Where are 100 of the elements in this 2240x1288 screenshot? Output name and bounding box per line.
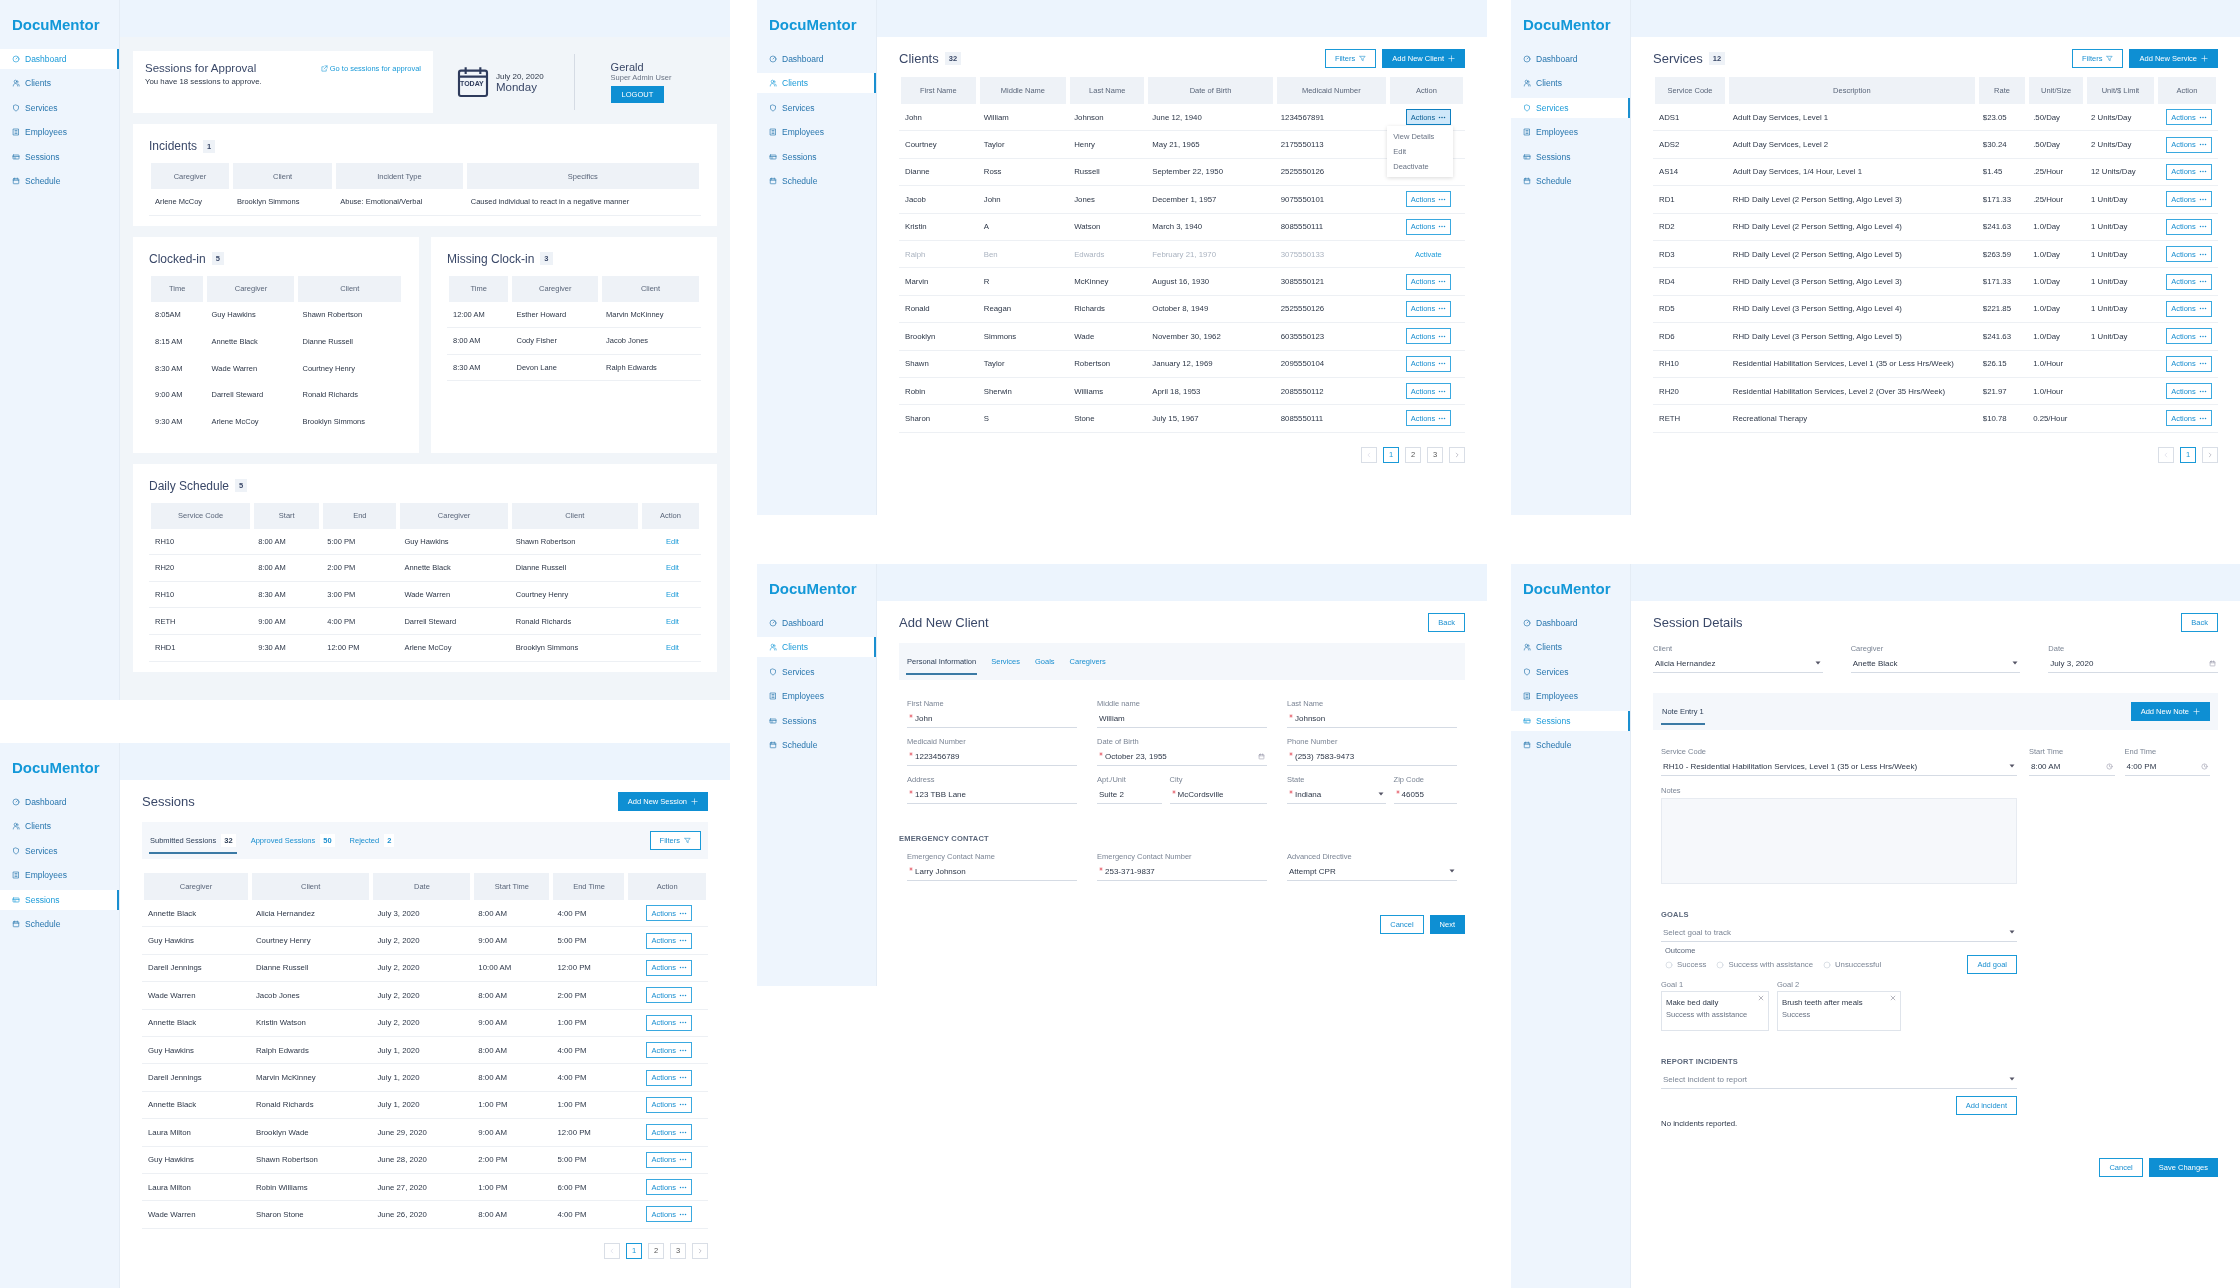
card-icon — [769, 152, 777, 161]
nav-item[interactable]: Employees — [0, 122, 119, 143]
nav-item[interactable]: Clients — [0, 816, 119, 837]
nav-item[interactable]: Sessions — [1511, 710, 1630, 731]
nav-item[interactable]: Clients — [757, 637, 876, 658]
more-icon — [2198, 389, 2207, 393]
nav-item[interactable]: Schedule — [0, 170, 119, 191]
nav-item[interactable]: Employees — [757, 686, 876, 707]
nav-item[interactable]: Sessions — [0, 146, 119, 167]
card-title: Sessions for Approval — [145, 62, 258, 74]
plus-icon — [1448, 54, 1455, 62]
previous-page-button[interactable] — [2158, 446, 2174, 463]
more-icon — [2198, 334, 2207, 338]
more-icon — [679, 1076, 688, 1080]
nav-item[interactable]: Services — [757, 661, 876, 682]
nav-item[interactable]: Sessions — [757, 146, 876, 167]
nav-item[interactable]: Schedule — [757, 170, 876, 191]
nav-item[interactable]: Dashboard — [0, 792, 119, 812]
dropdown-field[interactable]: Alicia Hernandez — [1653, 654, 1823, 673]
dropdown-field[interactable]: Select goal to track — [1661, 923, 2017, 942]
shield-icon — [12, 846, 20, 855]
previous-page-button[interactable] — [604, 1242, 620, 1259]
gauge-icon — [12, 55, 20, 63]
nav-item[interactable]: Services — [0, 840, 119, 861]
more-icon — [2198, 225, 2207, 229]
more-icon — [679, 911, 688, 915]
calendar-icon — [769, 176, 777, 185]
panel-title: Clocked-in — [149, 251, 206, 266]
calendar-icon — [1258, 752, 1265, 760]
input-field[interactable]: Suite 2 — [1097, 785, 1162, 804]
nav-item[interactable]: Schedule — [757, 734, 876, 755]
nav-item[interactable]: Sessions — [757, 710, 876, 731]
nav-item[interactable]: Employees — [0, 865, 119, 886]
calendar-icon — [12, 176, 20, 185]
date-field[interactable]: July 3, 2020 — [2048, 654, 2218, 673]
time-field[interactable]: 8:00 AM — [2029, 757, 2115, 776]
nav-item[interactable]: Employees — [1511, 686, 1630, 707]
close-icon — [1890, 994, 1896, 1001]
dropdown-field[interactable]: Anette Black — [1850, 654, 2021, 673]
nav-item[interactable]: Clients — [0, 73, 119, 94]
more-icon — [679, 1185, 688, 1189]
chevron-right-icon — [1454, 451, 1460, 458]
nav-item[interactable]: Sessions — [1511, 146, 1630, 167]
next-page-button[interactable] — [692, 1242, 708, 1259]
dropdown-field[interactable]: Attempt CPR — [1287, 862, 1457, 881]
nav-item[interactable]: Sessions — [0, 889, 119, 910]
nav-item[interactable]: Employees — [757, 122, 876, 143]
input-field[interactable]: Larry Johnson — [907, 862, 1077, 881]
next-page-button[interactable] — [2202, 446, 2218, 463]
caret-down-icon — [2009, 930, 2015, 934]
nav-item[interactable]: Employees — [1511, 122, 1630, 143]
nav-item[interactable]: Clients — [1511, 637, 1630, 658]
nav-item[interactable]: Clients — [1511, 73, 1630, 94]
plus-icon — [2193, 708, 2200, 715]
nav-item[interactable]: Services — [1511, 661, 1630, 682]
nav-item[interactable]: Dashboard — [1511, 613, 1630, 633]
close-button[interactable] — [1758, 994, 1765, 1001]
nav-item[interactable]: Dashboard — [757, 613, 876, 633]
dropdown-field[interactable]: Select incident to report — [1661, 1070, 2017, 1089]
previous-page-button[interactable] — [1361, 446, 1377, 463]
more-icon — [679, 1021, 688, 1025]
input-field[interactable]: 123 TBB Lane — [907, 785, 1077, 804]
gauge-icon — [1523, 55, 1531, 63]
nav-item[interactable]: Clients — [757, 73, 876, 94]
nav-item[interactable]: Services — [757, 97, 876, 118]
time-field[interactable]: 4:00 PM — [2124, 757, 2210, 776]
next-page-button[interactable] — [1449, 446, 1465, 463]
notes-field[interactable] — [1661, 798, 2017, 884]
app-logo: DocuMentor — [768, 580, 858, 599]
close-button[interactable] — [1890, 994, 1897, 1001]
date-field[interactable]: October 23, 1955 — [1097, 747, 1267, 766]
dropdown-field[interactable]: Indiana — [1287, 785, 1386, 804]
input-field[interactable]: McCordsville — [1169, 785, 1267, 804]
building-icon — [1523, 128, 1531, 137]
filter-icon — [1359, 54, 1367, 62]
filter-icon — [2106, 54, 2114, 62]
caret-down-icon — [1814, 661, 1821, 665]
more-icon — [2198, 362, 2207, 366]
more-icon — [1438, 334, 1447, 338]
nav-item[interactable]: Services — [0, 97, 119, 118]
nav-item[interactable]: Dashboard — [1511, 49, 1630, 69]
calendar-icon — [1523, 740, 1531, 749]
more-icon — [1438, 389, 1447, 393]
input-field[interactable]: 46055 — [1393, 785, 1457, 804]
nav-item[interactable]: Dashboard — [757, 49, 876, 69]
input-field[interactable]: William — [1097, 709, 1267, 728]
dropdown-field[interactable]: RH10 - Residential Habilitation Services, Level 1 (35 or Less Hrs/Week) — [1661, 757, 2017, 776]
nav-item[interactable]: Schedule — [1511, 170, 1630, 191]
more-icon — [2198, 252, 2207, 256]
more-icon — [2198, 307, 2207, 311]
input-field[interactable]: Johnson — [1287, 709, 1457, 728]
more-icon — [679, 1048, 688, 1052]
input-field[interactable]: 1223456789 — [907, 747, 1077, 766]
nav-item[interactable]: Schedule — [1511, 734, 1630, 755]
input-field[interactable]: (253) 7583-9473 — [1287, 747, 1457, 766]
input-field[interactable]: John — [907, 709, 1077, 728]
input-field[interactable]: 253-371-9837 — [1097, 862, 1267, 881]
nav-item[interactable]: Services — [1511, 97, 1630, 118]
nav-item[interactable]: Schedule — [0, 913, 119, 934]
nav-item[interactable]: Dashboard — [0, 49, 119, 69]
